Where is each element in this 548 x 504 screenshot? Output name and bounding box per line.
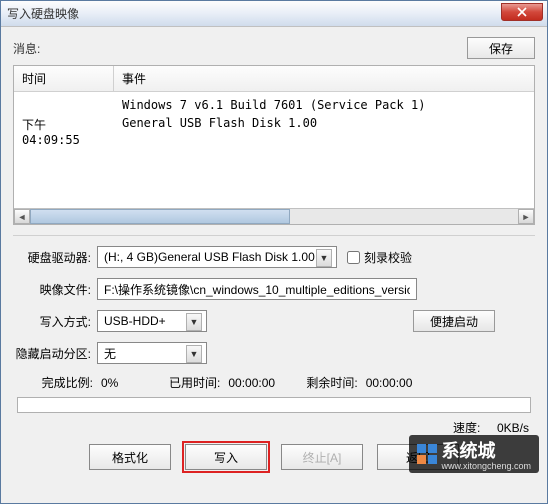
done-label: 完成比例: [13,374,93,391]
horizontal-scrollbar[interactable]: ◄ ► [14,208,534,224]
log-listview[interactable]: 时间 事件 Windows 7 v6.1 Build 7601 (Service… [13,65,535,225]
hidden-label: 隐藏启动分区: [13,345,97,362]
quickboot-button[interactable]: 便捷启动 [413,310,495,332]
verify-checkbox[interactable] [347,251,360,264]
speed-row: 速度: 0KB/s [13,419,535,436]
abort-button[interactable]: 终止[A] [281,444,363,470]
message-row: 消息: 保存 [13,37,535,59]
drive-row: 硬盘驱动器: (H:, 4 GB)General USB Flash Disk … [13,246,535,268]
image-label: 映像文件: [13,281,97,298]
content-area: 消息: 保存 时间 事件 Windows 7 v6.1 Build 7601 (… [1,27,547,480]
drive-label: 硬盘驱动器: [13,249,97,266]
hidden-partition-select[interactable]: 无 [97,342,207,364]
log-row: 下午 04:09:55 General USB Flash Disk 1.00 [14,114,534,149]
scroll-thumb[interactable] [30,209,290,224]
window-title: 写入硬盘映像 [7,5,79,22]
message-label: 消息: [13,40,40,57]
action-button-row: 格式化 写入 终止[A] 返回 [13,444,535,470]
close-icon [517,7,527,17]
verify-label: 刻录校验 [364,249,412,266]
log-header: 时间 事件 [14,66,534,92]
remain-value: 00:00:00 [366,376,413,390]
log-body: Windows 7 v6.1 Build 7601 (Service Pack … [14,92,534,153]
separator [13,235,535,236]
back-button[interactable]: 返回 [377,444,459,470]
hidden-row: 隐藏启动分区: 无 [13,342,535,364]
mode-row: 写入方式: USB-HDD+ 便捷启动 [13,310,535,332]
log-col-event[interactable]: 事件 [114,66,534,91]
mode-label: 写入方式: [13,313,97,330]
log-time-cell [14,96,114,114]
log-row: Windows 7 v6.1 Build 7601 (Service Pack … [14,96,534,114]
log-event-cell: Windows 7 v6.1 Build 7601 (Service Pack … [114,96,534,114]
write-button[interactable]: 写入 [185,444,267,470]
scroll-left-icon[interactable]: ◄ [14,209,30,224]
dialog-window: 写入硬盘映像 消息: 保存 时间 事件 Windows 7 v6.1 Build… [0,0,548,504]
log-event-cell: General USB Flash Disk 1.00 [114,114,534,149]
done-value: 0% [101,376,161,390]
speed-label: 速度: [453,421,480,435]
scroll-right-icon[interactable]: ► [518,209,534,224]
scroll-track[interactable] [30,209,518,224]
progress-bar [17,397,531,413]
drive-select[interactable]: (H:, 4 GB)General USB Flash Disk 1.00 [97,246,337,268]
progress-info-row: 完成比例: 0% 已用时间: 00:00:00 剩余时间: 00:00:00 [13,374,535,391]
elapsed-value: 00:00:00 [228,376,298,390]
log-time-cell: 下午 04:09:55 [14,114,114,149]
log-col-time[interactable]: 时间 [14,66,114,91]
close-button[interactable] [501,3,543,21]
speed-value: 0KB/s [497,421,529,435]
write-mode-select[interactable]: USB-HDD+ [97,310,207,332]
titlebar: 写入硬盘映像 [1,1,547,27]
elapsed-label: 已用时间: [169,374,220,391]
verify-checkbox-wrap[interactable]: 刻录校验 [347,249,412,266]
format-button[interactable]: 格式化 [89,444,171,470]
save-button[interactable]: 保存 [467,37,535,59]
image-path-input[interactable] [97,278,417,300]
image-row: 映像文件: [13,278,535,300]
remain-label: 剩余时间: [306,374,357,391]
